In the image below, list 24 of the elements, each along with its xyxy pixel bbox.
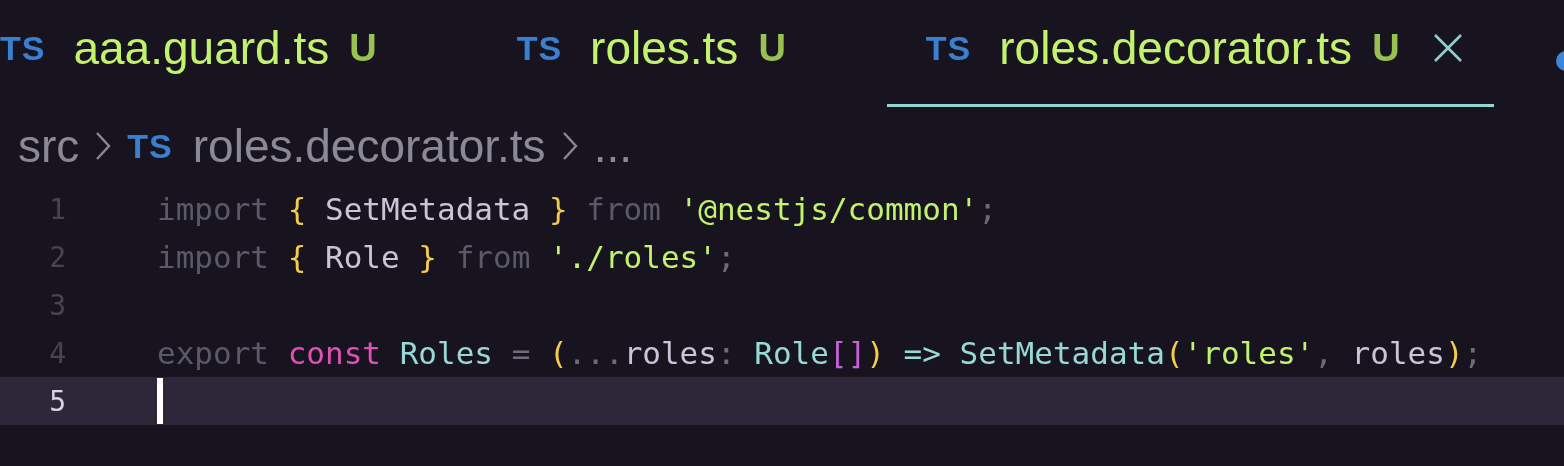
code-line: import { Role } from './roles'; (157, 239, 736, 275)
status-label: U (758, 26, 786, 70)
breadcrumb-file[interactable]: roles.decorator.ts (192, 119, 546, 173)
file-type-label: TS (925, 28, 972, 68)
status-label: U (1372, 26, 1400, 70)
file-type-label: TS (0, 28, 46, 68)
code-line: export const Roles = (...roles: Role[]) => SetMetadata('roles', roles); (157, 335, 1483, 371)
text-cursor (157, 378, 163, 424)
editor-tab[interactable]: TS roles.decorator.ts U (886, 0, 1494, 107)
breadcrumb-more[interactable]: ... (593, 119, 632, 173)
code-line: import { SetMetadata } from '@nestjs/common'; (157, 191, 997, 227)
editor-tab[interactable]: TS roles.ts U (477, 0, 825, 107)
breadcrumb-folder[interactable]: src (18, 119, 80, 173)
tab-label: aaa.guard.ts (73, 21, 330, 75)
tab-label: roles.decorator.ts (999, 21, 1353, 75)
close-icon[interactable] (1431, 32, 1464, 64)
file-type-label: TS (127, 126, 173, 166)
chevron-icon (95, 131, 112, 161)
line-number: 5 (48, 384, 66, 418)
tab-label: roles.ts (590, 21, 739, 75)
status-label: U (349, 26, 377, 70)
chevron-icon (561, 131, 578, 161)
editor-tab[interactable]: TS aaa.guard.ts U (0, 0, 416, 107)
file-type-label: TS (516, 28, 563, 68)
